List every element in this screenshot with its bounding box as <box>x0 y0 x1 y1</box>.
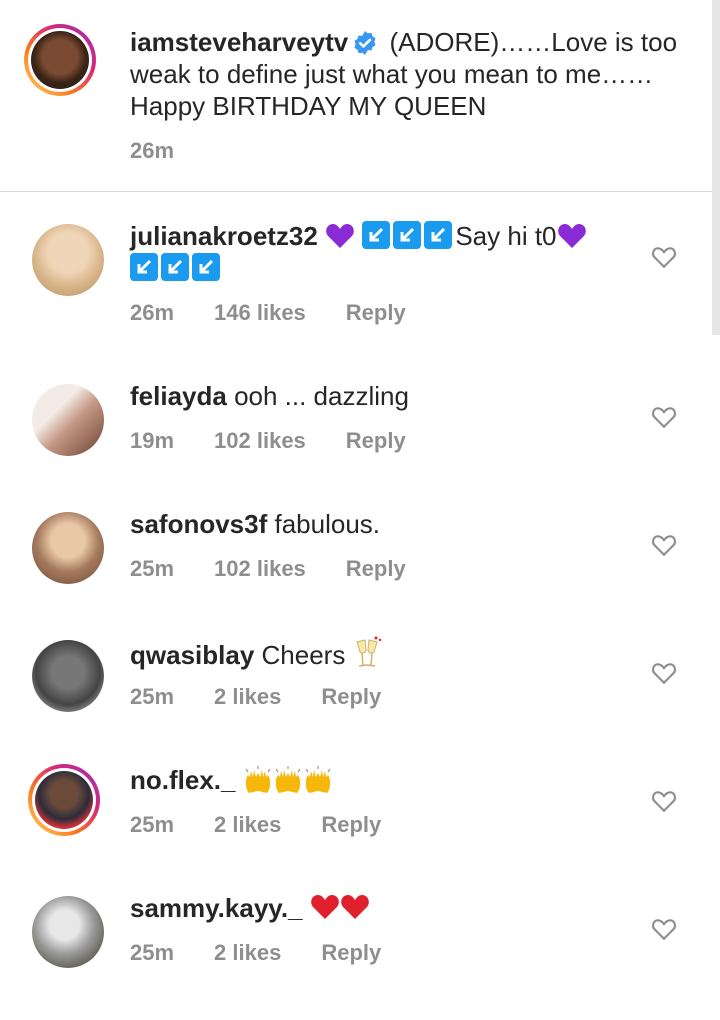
heart-outline-icon[interactable] <box>651 660 677 686</box>
comment-meta: 19m 102 likes Reply <box>130 428 406 454</box>
arrow-down-left-icon <box>192 253 220 281</box>
comment-meta: 26m 146 likes Reply <box>130 300 406 326</box>
arrow-down-left-icon <box>362 221 391 249</box>
commenter-avatar[interactable] <box>32 640 104 712</box>
comment-time: 19m <box>130 428 175 453</box>
comment-likes[interactable]: 146 likes <box>214 300 306 326</box>
comment-time: 26m <box>130 300 175 325</box>
comment-time: 25m <box>130 556 175 581</box>
arrow-down-left-icon <box>424 221 453 249</box>
red-heart-icon <box>310 895 339 919</box>
comment-body: Cheers <box>261 640 346 670</box>
comment-time: 25m <box>130 812 175 837</box>
comment-item: no.flex._ 25m 2 likes Reply <box>0 736 720 864</box>
comment-username[interactable]: no.flex._ <box>130 765 235 795</box>
heart-outline-icon[interactable] <box>651 244 677 270</box>
comment-item: safonovs3f fabulous. 25m 102 likes Reply <box>0 480 720 608</box>
comment-likes[interactable]: 2 likes <box>214 940 281 966</box>
comment-likes[interactable]: 102 likes <box>214 428 306 454</box>
comment-username[interactable]: safonovs3f <box>130 509 267 539</box>
heart-outline-icon[interactable] <box>651 916 677 942</box>
comment-body: fabulous. <box>274 509 381 539</box>
comment-meta: 25m 102 likes Reply <box>130 556 406 582</box>
comment-username[interactable]: sammy.kayy._ <box>130 893 303 923</box>
comment-meta: 25m 2 likes Reply <box>130 812 381 838</box>
raised-hands-icon <box>275 766 301 793</box>
caption-text-block: iamsteveharveytv (ADORE)……Love is too we… <box>130 26 690 122</box>
commenter-avatar[interactable] <box>32 512 104 584</box>
comment-body: Say hi t0 <box>455 221 557 251</box>
purple-heart-icon <box>557 224 586 248</box>
comment-item: julianakroetz32 Say hi t0 26m 146 likes … <box>0 192 720 325</box>
caption-avatar[interactable] <box>24 24 96 96</box>
reply-button[interactable]: Reply <box>321 812 381 838</box>
comment-item: sammy.kayy._ 25m 2 likes Reply <box>0 864 720 992</box>
comment-username[interactable]: qwasiblay <box>130 640 254 670</box>
comment-item: feliayda ooh ... dazzling 19m 102 likes … <box>0 352 720 480</box>
comment-body: ooh ... dazzling <box>234 381 409 411</box>
red-heart-icon <box>340 895 369 919</box>
comment-username[interactable]: julianakroetz32 <box>130 221 318 251</box>
caption-username[interactable]: iamsteveharveytv <box>130 27 348 57</box>
comment-meta: 25m 2 likes Reply <box>130 684 381 710</box>
heart-outline-icon[interactable] <box>651 532 677 558</box>
comment-text: safonovs3f fabulous. <box>130 508 630 540</box>
comment-likes[interactable]: 2 likes <box>214 684 281 710</box>
heart-outline-icon[interactable] <box>651 404 677 430</box>
reply-button[interactable]: Reply <box>346 556 406 582</box>
comment-time: 25m <box>130 684 175 709</box>
reply-button[interactable]: Reply <box>346 300 406 326</box>
commenter-avatar[interactable] <box>28 764 100 836</box>
comment-meta: 25m 2 likes Reply <box>130 940 381 966</box>
raised-hands-icon <box>305 766 331 793</box>
comment-text: no.flex._ <box>130 764 630 796</box>
arrow-down-left-icon <box>130 253 158 281</box>
comment-item: qwasiblay Cheers 25m 2 likes Reply <box>0 608 720 736</box>
raised-hands-icon <box>245 766 271 793</box>
commenter-avatar[interactable] <box>32 384 104 456</box>
comment-likes[interactable]: 2 likes <box>214 812 281 838</box>
purple-heart-icon <box>326 224 354 248</box>
comment-text: feliayda ooh ... dazzling <box>130 380 630 412</box>
comment-username[interactable]: feliayda <box>130 381 227 411</box>
comment-text: qwasiblay Cheers <box>130 636 630 671</box>
comment-likes[interactable]: 102 likes <box>214 556 306 582</box>
reply-button[interactable]: Reply <box>321 684 381 710</box>
caption-time: 26m <box>130 138 175 163</box>
comment-text: julianakroetz32 Say hi t0 <box>130 220 630 284</box>
clinking-glasses-icon <box>355 636 381 667</box>
reply-button[interactable]: Reply <box>346 428 406 454</box>
commenter-avatar[interactable] <box>32 224 104 296</box>
post-caption: iamsteveharveytv (ADORE)……Love is too we… <box>0 0 712 192</box>
verified-badge-icon <box>354 31 376 55</box>
arrow-down-left-icon <box>393 221 422 249</box>
comment-text: sammy.kayy._ <box>130 892 630 924</box>
comment-time: 25m <box>130 940 175 965</box>
reply-button[interactable]: Reply <box>321 940 381 966</box>
commenter-avatar[interactable] <box>32 896 104 968</box>
heart-outline-icon[interactable] <box>651 788 677 814</box>
arrow-down-left-icon <box>161 253 189 281</box>
